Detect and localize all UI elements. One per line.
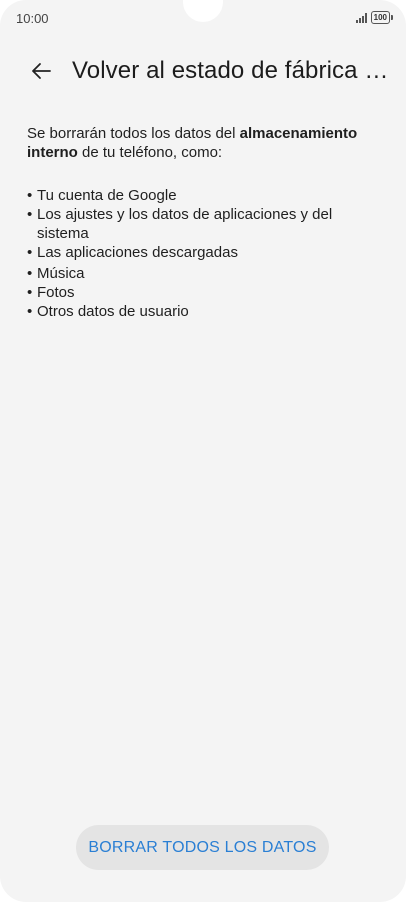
back-button[interactable] bbox=[24, 54, 58, 88]
page-title: Volver al estado de fábrica (... bbox=[72, 57, 390, 84]
main-content: Se borrarán todos los datos del almacena… bbox=[27, 124, 377, 321]
battery-level: 100 bbox=[373, 13, 387, 22]
app-bar: Volver al estado de fábrica (... bbox=[0, 50, 406, 94]
list-item: Las aplicaciones descargadas bbox=[27, 243, 377, 262]
status-icons: 100 bbox=[355, 11, 394, 24]
intro-prefix: Se borrarán todos los datos del bbox=[27, 125, 240, 142]
list-item: Tu cuenta de Google bbox=[27, 186, 377, 205]
status-time: 10:00 bbox=[16, 11, 49, 26]
intro-text: Se borrarán todos los datos del almacena… bbox=[27, 124, 377, 162]
intro-suffix: de tu teléfono, como: bbox=[77, 144, 223, 161]
erase-all-data-button[interactable]: BORRAR TODOS LOS DATOS bbox=[76, 825, 329, 870]
signal-icon bbox=[355, 12, 367, 23]
screen: 10:00 100 Volver al estado de fábrica (.… bbox=[0, 0, 406, 902]
list-item: Fotos bbox=[27, 283, 377, 302]
data-list: Tu cuenta de Google Los ajustes y los da… bbox=[27, 186, 377, 321]
list-item: Otros datos de usuario bbox=[27, 302, 377, 321]
status-bar: 10:00 100 bbox=[0, 0, 406, 36]
list-item: Los ajustes y los datos de aplicaciones … bbox=[27, 205, 377, 243]
arrow-left-icon bbox=[32, 63, 51, 79]
list-item: Música bbox=[27, 264, 377, 283]
battery-icon: 100 bbox=[370, 11, 394, 24]
